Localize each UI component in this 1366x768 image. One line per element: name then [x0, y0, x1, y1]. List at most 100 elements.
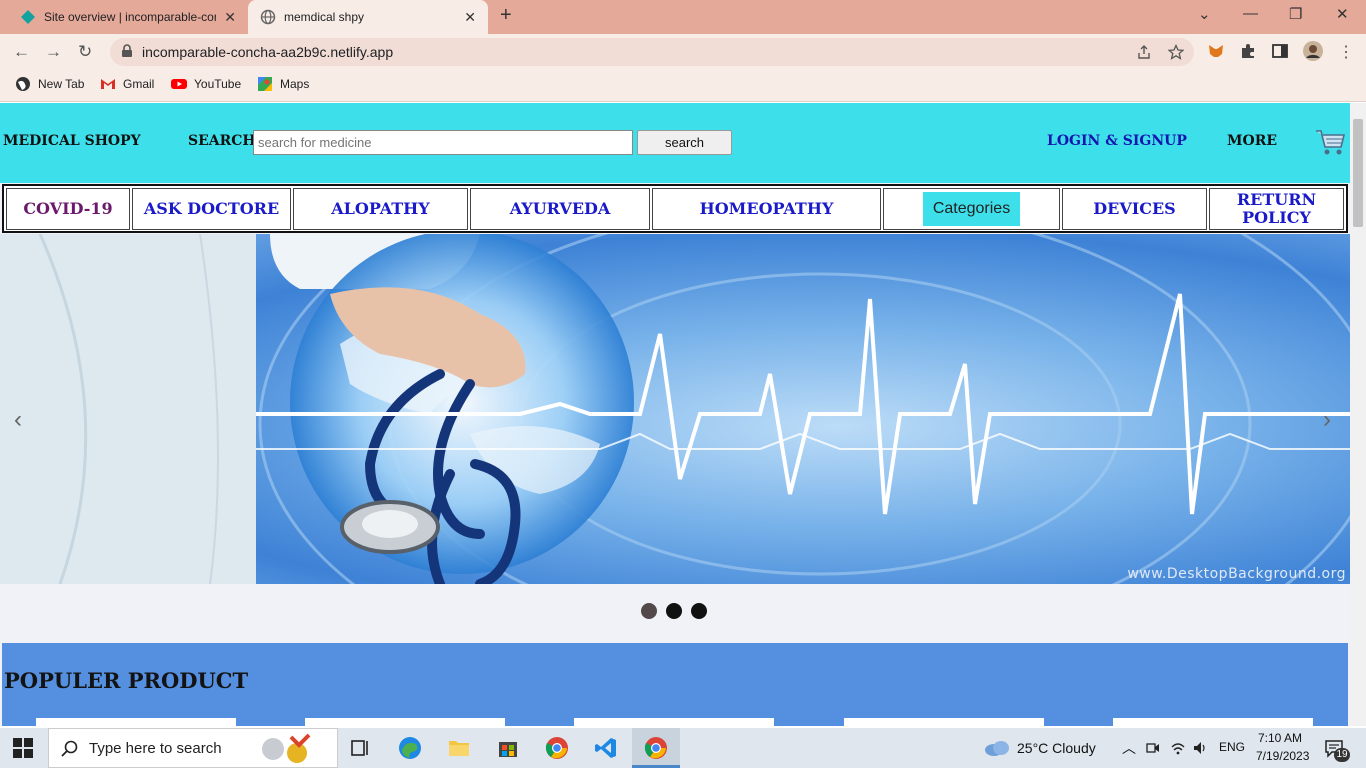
- taskbar-search-box[interactable]: Type here to search: [48, 728, 338, 768]
- product-card[interactable]: [36, 718, 236, 726]
- clock-date[interactable]: 7/19/2023: [1256, 749, 1309, 763]
- hero-slide-image: [0, 234, 1350, 584]
- taskbar-search-placeholder: Type here to search: [89, 740, 222, 757]
- browser-tab-strip: Site overview | incomparable-concha-aa2b…: [0, 0, 1366, 34]
- netlify-icon: [21, 10, 35, 24]
- search-button[interactable]: search: [637, 130, 732, 155]
- nav-homeopathy[interactable]: HOMEOPATHY: [652, 188, 881, 230]
- web-page: MEDICAL SHOPY SEARCH search LOGIN & SIGN…: [0, 103, 1350, 726]
- microsoft-store-icon[interactable]: [496, 736, 520, 760]
- search-label: SEARCH: [188, 133, 256, 149]
- reload-icon[interactable]: ↻: [78, 42, 92, 62]
- bookmark-label: Gmail: [123, 77, 155, 91]
- nav-covid-19[interactable]: COVID-19: [6, 188, 130, 230]
- search-input[interactable]: [253, 130, 633, 155]
- carousel-dot[interactable]: [691, 603, 707, 619]
- image-watermark: www.DesktopBackground.org: [1127, 566, 1346, 582]
- chrome-icon[interactable]: [545, 736, 569, 760]
- clock-time[interactable]: 7:10 AM: [1258, 731, 1302, 745]
- nav-devices[interactable]: DEVICES: [1062, 188, 1207, 230]
- nav-categories: Categories: [883, 188, 1060, 230]
- product-card[interactable]: [844, 718, 1044, 726]
- site-header: MEDICAL SHOPY SEARCH search LOGIN & SIGN…: [0, 103, 1350, 183]
- show-hidden-icons-chevron-icon[interactable]: ︿: [1122, 738, 1136, 758]
- tab-title: Site overview | incomparable-concha-aa2b…: [44, 10, 216, 24]
- language-indicator[interactable]: ENG: [1219, 740, 1245, 754]
- side-panel-icon[interactable]: [1271, 42, 1289, 60]
- nav-return-policy[interactable]: RETURN POLICY: [1209, 188, 1344, 230]
- chrome-icon: [644, 737, 667, 759]
- restore-icon[interactable]: ❐: [1289, 5, 1302, 23]
- meet-now-icon[interactable]: [1146, 741, 1160, 755]
- globe-icon: [16, 77, 30, 91]
- section-title: POPULER PRODUCT: [4, 668, 249, 693]
- wifi-icon[interactable]: [1170, 740, 1186, 756]
- edge-icon[interactable]: [398, 736, 422, 760]
- more-link[interactable]: MORE: [1227, 133, 1277, 149]
- bookmark-label: New Tab: [38, 77, 85, 91]
- vscode-icon[interactable]: [594, 736, 618, 760]
- tab-search-chevron-icon[interactable]: ⌄: [1198, 5, 1211, 23]
- back-icon[interactable]: ←: [13, 42, 30, 62]
- login-signup-link[interactable]: LOGIN & SIGNUP: [1047, 133, 1187, 149]
- taskbar-active-chrome[interactable]: [632, 728, 680, 768]
- browser-menu-icon[interactable]: ⋮: [1338, 42, 1354, 62]
- scrollbar-thumb[interactable]: [1353, 119, 1363, 227]
- carousel-indicators: [641, 603, 707, 619]
- address-bar[interactable]: incomparable-concha-aa2b9c.netlify.app: [110, 38, 1194, 66]
- carousel-next-arrow[interactable]: ›: [1323, 406, 1331, 434]
- lock-icon[interactable]: [120, 44, 134, 58]
- bookmark-new-tab[interactable]: New Tab: [15, 76, 84, 92]
- product-card[interactable]: [574, 718, 774, 726]
- share-icon[interactable]: [1136, 44, 1152, 60]
- volume-icon[interactable]: [1192, 740, 1208, 756]
- carousel-dot[interactable]: [641, 603, 657, 619]
- new-tab-button[interactable]: +: [500, 4, 512, 27]
- weather-text[interactable]: 25°C Cloudy: [1017, 740, 1096, 756]
- tab-close-icon[interactable]: ✕: [464, 9, 476, 26]
- cart-icon[interactable]: [1314, 127, 1346, 157]
- tab-memdical-shpy[interactable]: memdical shpy ✕: [248, 0, 488, 34]
- product-card[interactable]: [305, 718, 505, 726]
- carousel-prev-arrow[interactable]: ‹: [14, 406, 22, 434]
- tab-close-icon[interactable]: ✕: [224, 9, 236, 26]
- nav-ask-doctore[interactable]: ASK DOCTORE: [132, 188, 291, 230]
- notification-count-badge: 19: [1334, 748, 1350, 762]
- bookmark-star-icon[interactable]: [1168, 44, 1184, 60]
- product-card[interactable]: [1113, 718, 1313, 726]
- category-navbar: COVID-19 ASK DOCTORE ALOPATHY AYURVEDA H…: [2, 184, 1348, 233]
- bookmark-youtube[interactable]: YouTube: [171, 76, 241, 92]
- nav-ayurveda[interactable]: AYURVEDA: [470, 188, 650, 230]
- page-scrollbar[interactable]: [1350, 103, 1366, 726]
- profile-avatar[interactable]: [1303, 41, 1323, 61]
- gmail-icon: [101, 79, 115, 89]
- extensions-puzzle-icon[interactable]: [1239, 42, 1257, 60]
- hero-carousel: ‹ › www.DesktopBackground.org: [0, 234, 1350, 584]
- search-icon: [61, 740, 78, 757]
- file-explorer-icon[interactable]: [447, 736, 471, 760]
- tab-site-overview[interactable]: Site overview | incomparable-concha-aa2b…: [8, 0, 248, 34]
- carousel-dot[interactable]: [666, 603, 682, 619]
- url-text[interactable]: incomparable-concha-aa2b9c.netlify.app: [142, 44, 393, 60]
- tab-title: memdical shpy: [284, 10, 365, 24]
- forward-icon[interactable]: →: [45, 42, 62, 62]
- windows-taskbar: Type here to search 25°C Cloudy ︿ ENG 7:…: [0, 728, 1366, 768]
- search-highlight-icon: [262, 733, 311, 763]
- minimize-icon[interactable]: —: [1243, 5, 1258, 22]
- popular-products-section: POPULER PRODUCT: [2, 643, 1348, 726]
- task-view-icon[interactable]: [349, 736, 373, 760]
- site-brand[interactable]: MEDICAL SHOPY: [3, 133, 141, 149]
- bookmark-gmail[interactable]: Gmail: [100, 76, 154, 92]
- windows-start-icon[interactable]: [13, 738, 33, 758]
- metamask-icon[interactable]: [1207, 42, 1225, 60]
- nav-alopathy[interactable]: ALOPATHY: [293, 188, 468, 230]
- maps-icon: [258, 77, 272, 91]
- categories-dropdown-button[interactable]: Categories: [922, 192, 1021, 226]
- bookmark-label: Maps: [280, 77, 310, 91]
- globe-icon: [260, 9, 276, 25]
- bookmarks-bar: New Tab Gmail YouTube Maps: [0, 70, 1366, 102]
- cloudy-weather-icon[interactable]: [984, 740, 1010, 756]
- bookmark-maps[interactable]: Maps: [257, 76, 309, 92]
- browser-toolbar: ← → ↻ incomparable-concha-aa2b9c.netlify…: [0, 34, 1366, 70]
- window-close-icon[interactable]: ✕: [1336, 5, 1349, 23]
